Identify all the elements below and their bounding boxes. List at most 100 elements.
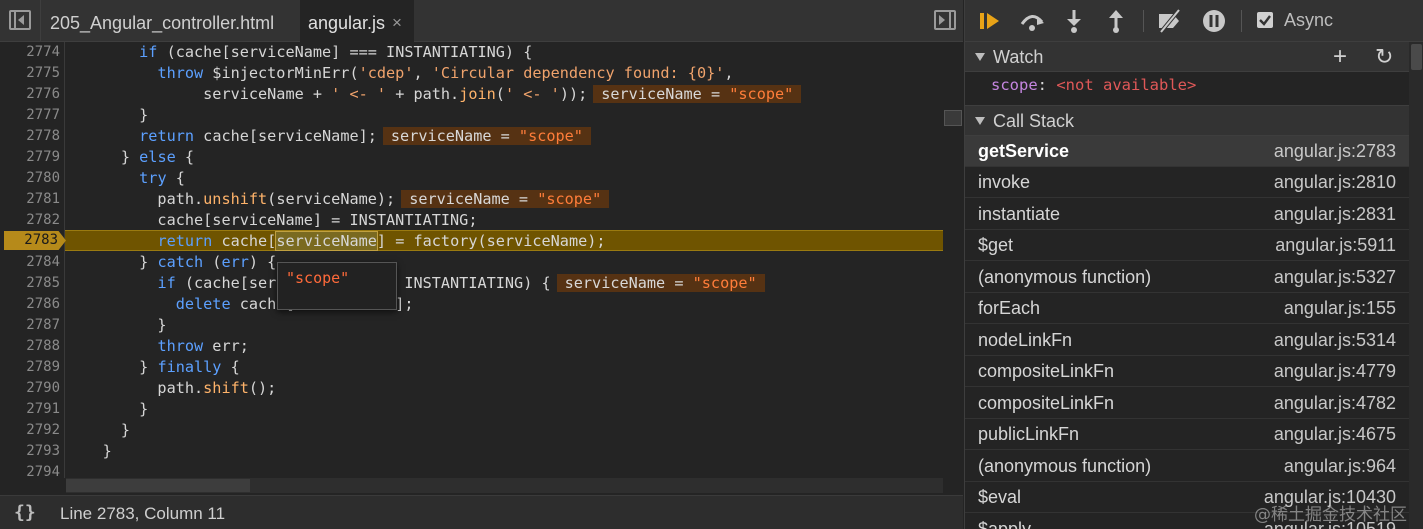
toolbar-divider <box>1143 10 1144 32</box>
resume-icon[interactable] <box>977 8 1003 34</box>
pause-on-exceptions-icon[interactable] <box>1201 8 1227 34</box>
add-icon[interactable]: + <box>1333 42 1347 72</box>
line-number[interactable]: 2792 <box>0 420 60 441</box>
code-line: } <box>66 106 149 124</box>
line-number[interactable]: 2791 <box>0 399 60 420</box>
editor-status-bar: {} Line 2783, Column 11 <box>0 495 963 529</box>
editor-tab-bar: 205_Angular_controller.html angular.js × <box>0 0 963 43</box>
line-number[interactable]: 2777 <box>0 105 60 126</box>
inline-variable-value[interactable]: serviceName = "scope" <box>401 190 610 208</box>
watch-expressions: scope: <not available> <box>965 72 1423 106</box>
inline-variable-value[interactable]: serviceName = "scope" <box>593 85 802 103</box>
line-number[interactable]: 2775 <box>0 63 60 84</box>
code-line: if (cache[serviceName] === INSTANTIATING… <box>66 273 942 294</box>
toolbar-divider <box>1241 10 1242 32</box>
pretty-print-icon[interactable]: {} <box>14 502 36 523</box>
code-line: try { <box>139 169 185 187</box>
debugger-sidebar: Async Watch + ↻ scope: <not available> C… <box>964 0 1423 529</box>
call-frame[interactable]: compositeLinkFn angular.js:4782 <box>965 388 1409 419</box>
call-stack-section-header[interactable]: Call Stack <box>965 106 1423 136</box>
tab-label: 205_Angular_controller.html <box>50 13 275 33</box>
line-number[interactable]: 2788 <box>0 336 60 357</box>
debugger-toolbar: Async <box>965 0 1423 42</box>
line-number[interactable]: 2786 <box>0 294 60 315</box>
line-number[interactable]: 2774 <box>0 42 60 63</box>
call-frame[interactable]: instantiate angular.js:2831 <box>965 199 1409 230</box>
line-number[interactable]: 2789 <box>0 357 60 378</box>
call-frame[interactable]: nodeLinkFn angular.js:5314 <box>965 325 1409 356</box>
expand-arrow-icon <box>975 53 985 61</box>
line-number[interactable]: 2781 <box>0 189 60 210</box>
code-line: serviceName + ' <- ' + path.join(' <- ')… <box>66 84 942 105</box>
async-checkbox[interactable] <box>1257 12 1273 28</box>
line-number[interactable]: 2784 <box>0 252 60 273</box>
async-label: Async <box>1284 10 1334 30</box>
toggle-sidebar-icon[interactable] <box>934 10 956 30</box>
sidebar-scroll-thumb[interactable] <box>1411 44 1422 70</box>
line-number[interactable]: 2787 <box>0 315 60 336</box>
editor-vertical-scrollbar[interactable] <box>943 42 963 478</box>
call-frame[interactable]: publicLinkFn angular.js:4675 <box>965 419 1409 450</box>
watch-expression-name: scope <box>991 76 1038 94</box>
hovered-token[interactable]: serviceName <box>275 231 378 251</box>
line-number[interactable]: 2780 <box>0 168 60 189</box>
source-editor-panel: 205_Angular_controller.html angular.js ×… <box>0 0 963 529</box>
code-line: } <box>66 442 112 460</box>
editor-vertical-scroll-thumb[interactable] <box>944 110 962 126</box>
code-line: } catch (err) { <box>66 253 277 271</box>
expand-arrow-icon <box>975 117 985 125</box>
toggle-navigator-icon[interactable] <box>9 10 31 30</box>
code-line: path.shift(); <box>66 379 277 397</box>
code-line: throw $injectorMinErr('cdep', 'Circular … <box>157 64 734 82</box>
line-number[interactable]: 2778 <box>0 126 60 147</box>
deactivate-breakpoints-icon[interactable] <box>1157 8 1183 34</box>
line-number[interactable]: 2785 <box>0 273 60 294</box>
step-into-icon[interactable] <box>1061 8 1087 34</box>
line-number[interactable]: 2782 <box>0 210 60 231</box>
line-number-gutter[interactable]: 2774 2775 2776 2777 2778 2779 2780 2781 … <box>0 42 65 480</box>
tab-205-angular-controller[interactable]: 205_Angular_controller.html <box>40 0 298 42</box>
close-tab-icon[interactable]: × <box>392 0 402 46</box>
line-number[interactable]: 2776 <box>0 84 60 105</box>
watch-expression[interactable]: scope: <not available> <box>991 76 1196 94</box>
call-frame[interactable]: compositeLinkFn angular.js:4779 <box>965 356 1409 387</box>
line-number[interactable]: 2793 <box>0 441 60 462</box>
line-number[interactable]: 2794 <box>0 462 60 483</box>
code-line: } <box>66 421 131 439</box>
code-line: throw err; <box>157 337 249 355</box>
call-frame[interactable]: invoke angular.js:2810 <box>965 167 1409 198</box>
code-line: cache[serviceName] = INSTANTIATING; <box>66 211 478 229</box>
inline-variable-value[interactable]: serviceName = "scope" <box>556 274 765 292</box>
call-frame[interactable]: forEach angular.js:155 <box>965 293 1409 324</box>
code-line-current: return cache[serviceName] = factory(serv… <box>157 231 606 251</box>
tab-angular-js[interactable]: angular.js × <box>300 0 414 43</box>
step-over-icon[interactable] <box>1019 8 1045 34</box>
sidebar-scrollbar[interactable] <box>1409 42 1423 529</box>
code-line: return cache[serviceName]; serviceName = … <box>66 126 942 147</box>
code-line: } <box>66 316 167 334</box>
inline-variable-value[interactable]: serviceName = "scope" <box>382 127 591 145</box>
line-number[interactable]: 2790 <box>0 378 60 399</box>
call-frame[interactable]: (anonymous function) angular.js:964 <box>965 451 1409 482</box>
line-number-active: 2783 <box>24 232 58 248</box>
call-frame[interactable]: $get angular.js:5911 <box>965 230 1409 261</box>
code-area[interactable]: if (cache[serviceName] === INSTANTIATING… <box>66 42 942 478</box>
cursor-position: Line 2783, Column 11 <box>60 504 226 523</box>
call-stack-title: Call Stack <box>993 111 1075 131</box>
code-line: delete cache[serviceName]; <box>175 295 414 313</box>
code-line: } else { <box>66 148 195 166</box>
call-stack-list: getService angular.js:2783 invoke angular.… <box>965 136 1409 529</box>
watch-section-header[interactable]: Watch + ↻ <box>965 42 1423 72</box>
code-line: if (cache[serviceName] === INSTANTIATING… <box>139 43 533 61</box>
tab-label: angular.js <box>308 13 386 33</box>
editor-horizontal-scroll-thumb[interactable] <box>66 479 250 492</box>
call-frame[interactable]: (anonymous function) angular.js:5327 <box>965 262 1409 293</box>
hover-value-popover: "scope" <box>277 262 397 310</box>
code-line: } <box>66 400 149 418</box>
line-number[interactable]: 2779 <box>0 147 60 168</box>
step-out-icon[interactable] <box>1103 8 1129 34</box>
call-frame-selected[interactable]: getService angular.js:2783 <box>965 136 1409 167</box>
refresh-icon[interactable]: ↻ <box>1375 42 1393 72</box>
code-line: } finally { <box>66 358 240 376</box>
